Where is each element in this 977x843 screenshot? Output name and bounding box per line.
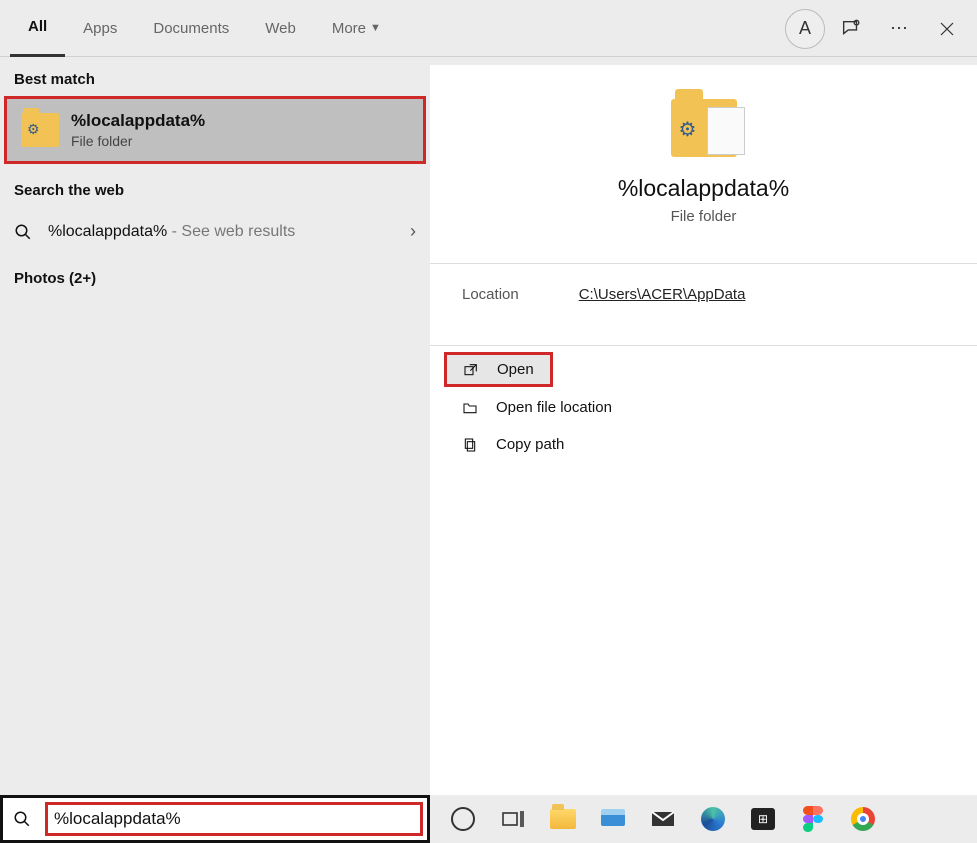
chevron-right-icon: › bbox=[410, 221, 416, 242]
search-icon bbox=[14, 223, 34, 241]
tab-more[interactable]: More ▼ bbox=[314, 0, 399, 57]
tabs-right-controls: A ⋯ bbox=[785, 0, 969, 57]
action-open-location-label: Open file location bbox=[496, 399, 612, 416]
tab-apps[interactable]: Apps bbox=[65, 0, 135, 57]
action-copy-path[interactable]: Copy path bbox=[430, 426, 977, 463]
file-explorer-icon[interactable] bbox=[548, 804, 578, 834]
user-avatar[interactable]: A bbox=[785, 9, 825, 49]
cortana-icon[interactable] bbox=[448, 804, 478, 834]
feedback-icon[interactable] bbox=[829, 7, 873, 51]
details-actions: Open Open file location Copy path bbox=[430, 352, 977, 463]
open-icon bbox=[463, 362, 481, 378]
search-web-label: Search the web bbox=[0, 168, 430, 207]
keyboard-app-icon[interactable] bbox=[598, 804, 628, 834]
chrome-icon[interactable] bbox=[848, 804, 878, 834]
figma-icon[interactable] bbox=[798, 804, 828, 834]
folder-outline-icon bbox=[462, 400, 480, 416]
best-match-label: Best match bbox=[0, 57, 430, 96]
search-input-highlight bbox=[45, 802, 423, 836]
best-match-result[interactable]: ⚙ %localappdata% File folder bbox=[4, 96, 426, 164]
store-icon[interactable]: ⊞ bbox=[748, 804, 778, 834]
result-sub: File folder bbox=[71, 133, 205, 149]
edge-icon[interactable] bbox=[698, 804, 728, 834]
taskbar-search[interactable] bbox=[0, 795, 430, 843]
result-title: %localappdata% bbox=[71, 111, 205, 131]
more-options-icon[interactable]: ⋯ bbox=[877, 7, 921, 51]
taskbar-tray: ⊞ bbox=[430, 804, 977, 834]
web-query-suffix: - See web results bbox=[167, 223, 295, 240]
close-icon[interactable] bbox=[925, 7, 969, 51]
folder-icon: ⚙ bbox=[21, 113, 59, 147]
divider bbox=[430, 345, 977, 346]
details-pane: ⚙ %localappdata% File folder Location C:… bbox=[430, 65, 977, 795]
tab-more-label: More bbox=[332, 20, 366, 37]
web-query-value: %localappdata% bbox=[48, 223, 167, 240]
folder-large-icon: ⚙ bbox=[671, 99, 737, 157]
action-open-location[interactable]: Open file location bbox=[430, 389, 977, 426]
tab-all[interactable]: All bbox=[10, 0, 65, 57]
tab-web[interactable]: Web bbox=[247, 0, 314, 57]
mail-icon[interactable] bbox=[648, 804, 678, 834]
action-open[interactable]: Open bbox=[444, 352, 553, 387]
details-header: ⚙ %localappdata% File folder bbox=[430, 65, 977, 243]
search-icon bbox=[7, 810, 37, 828]
tab-documents[interactable]: Documents bbox=[135, 0, 247, 57]
details-meta: Location C:\Users\ACER\AppData bbox=[430, 264, 977, 325]
photos-label[interactable]: Photos (2+) bbox=[0, 256, 430, 295]
details-title: %localappdata% bbox=[618, 175, 789, 202]
details-sub: File folder bbox=[671, 208, 737, 225]
search-input[interactable] bbox=[54, 809, 414, 829]
task-view-icon[interactable] bbox=[498, 804, 528, 834]
chevron-down-icon: ▼ bbox=[370, 22, 381, 34]
location-label: Location bbox=[462, 286, 519, 303]
taskbar: ⊞ bbox=[0, 795, 977, 843]
results-pane: Best match ⚙ %localappdata% File folder … bbox=[0, 57, 430, 795]
web-result-row[interactable]: %localappdata% - See web results › bbox=[0, 207, 430, 256]
result-text: %localappdata% File folder bbox=[71, 111, 205, 149]
action-open-label: Open bbox=[497, 361, 534, 378]
location-path[interactable]: C:\Users\ACER\AppData bbox=[579, 286, 746, 303]
copy-icon bbox=[462, 437, 480, 453]
action-copy-path-label: Copy path bbox=[496, 436, 564, 453]
search-main: Best match ⚙ %localappdata% File folder … bbox=[0, 57, 977, 795]
web-query-text: %localappdata% - See web results bbox=[48, 223, 295, 241]
search-tabs: All Apps Documents Web More ▼ A ⋯ bbox=[0, 0, 977, 57]
